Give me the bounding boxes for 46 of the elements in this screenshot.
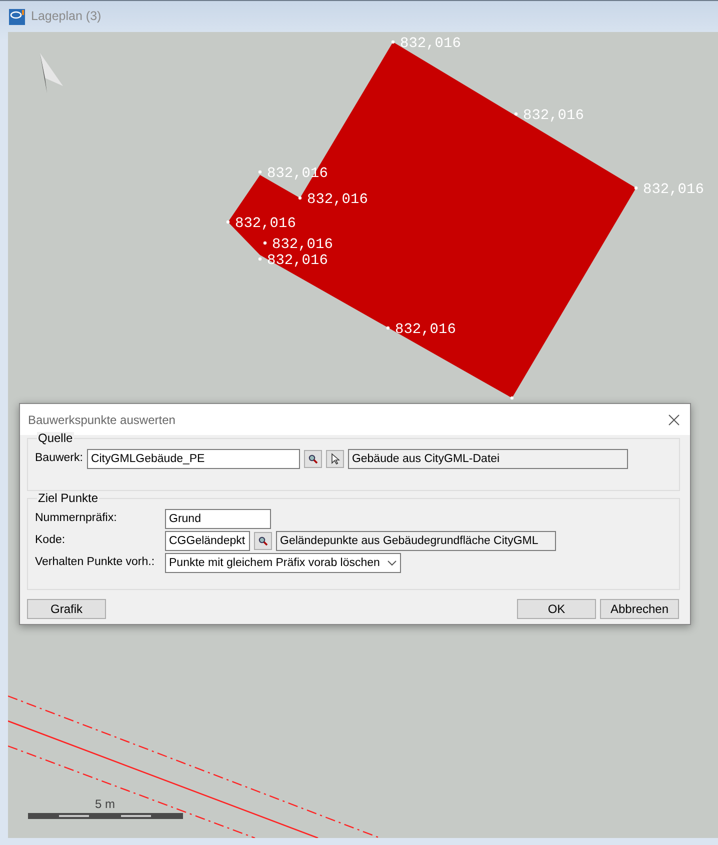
point-marker: [514, 112, 518, 116]
field-label: Nummernpräfix:: [35, 511, 118, 526]
point-marker: [386, 326, 390, 330]
point-marker: [391, 40, 395, 44]
elevation-label: 832,016: [235, 216, 296, 232]
field-label: Kode:: [35, 533, 66, 548]
elevation-label: 832,016: [267, 253, 328, 269]
window-title: Lageplan (3): [31, 8, 102, 26]
pointer-icon: [330, 453, 340, 465]
search-button[interactable]: [304, 450, 322, 468]
north-arrow-icon: [40, 53, 63, 93]
caret-icon: [387, 560, 397, 566]
group-title: Ziel Punkte: [37, 492, 100, 505]
point-marker: [510, 396, 514, 400]
close-icon[interactable]: [668, 414, 680, 426]
dropdown[interactable]: Punkte mit gleichem Präfix vorab löschen: [165, 553, 401, 573]
field-label: Bauwerk:: [35, 451, 83, 466]
elevation-label: 832,016: [395, 322, 456, 338]
description-field: Gebäude aus CityGML-Datei: [348, 449, 628, 469]
search-icon: [308, 454, 318, 464]
field-label: Verhalten Punkte vorh.:: [35, 555, 156, 570]
elevation-label: 832,016: [643, 182, 704, 198]
app-icon: [9, 8, 25, 24]
description-field: Geländepunkte aus Gebäudegrundfläche CityGML: [276, 531, 556, 551]
dialog-button[interactable]: Grafik: [27, 599, 106, 619]
elevation-label: 832,016: [272, 237, 333, 253]
dialog-button[interactable]: OK: [517, 599, 596, 619]
group-title: Quelle: [37, 432, 74, 445]
point-marker: [263, 241, 267, 245]
search-icon: [258, 536, 268, 546]
dialog-title: Bauwerkspunkte auswerten: [28, 412, 176, 428]
dialog-button[interactable]: Abbrechen: [600, 599, 679, 619]
input-field[interactable]: CGGeländepkt: [165, 531, 250, 551]
point-marker: [258, 257, 262, 261]
input-field[interactable]: Grund: [165, 509, 271, 529]
pointer-button[interactable]: [326, 450, 344, 468]
input-field[interactable]: CityGMLGebäude_PE: [86, 449, 300, 469]
point-marker: [258, 170, 262, 174]
scale-label: 5 m: [95, 797, 116, 811]
point-marker: [634, 186, 638, 190]
elevation-label: 832,016: [307, 192, 368, 208]
point-marker: [298, 196, 302, 200]
search-button[interactable]: [254, 532, 272, 550]
elevation-label: 832,016: [523, 108, 584, 124]
elevation-label: 832,016: [400, 36, 461, 52]
point-marker: [226, 220, 230, 224]
